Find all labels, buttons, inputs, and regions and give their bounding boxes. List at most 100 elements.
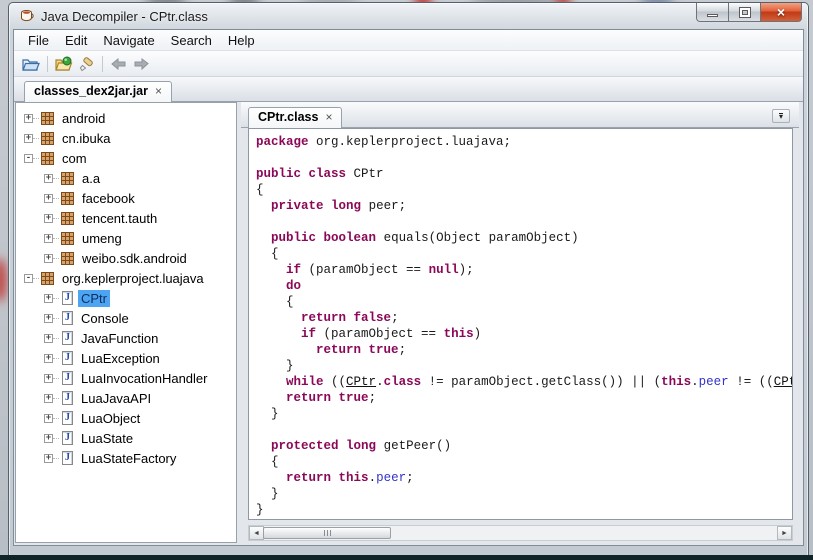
tree-item-label[interactable]: LuaStateFactory [78, 450, 179, 467]
tree-item-label[interactable]: LuaJavaAPI [78, 390, 154, 407]
tree-item-LuaInvocationHandler[interactable]: +JLuaInvocationHandler [16, 368, 236, 388]
tree-item-LuaState[interactable]: + J LuaState [16, 428, 236, 448]
tree-item-cn.ibuka[interactable]: + cn.ibuka [16, 128, 236, 148]
expand-icon[interactable]: + [44, 194, 53, 203]
tree-item-label[interactable]: org.keplerproject.luajava [59, 270, 207, 287]
minimize-icon [707, 14, 718, 17]
menu-edit[interactable]: Edit [57, 31, 95, 50]
tree-item-umeng[interactable]: + umeng [16, 228, 236, 248]
tree-item-label[interactable]: umeng [79, 230, 125, 247]
java-class-icon: J [62, 431, 73, 445]
close-button[interactable]: × [760, 3, 802, 22]
scrollbar-thumb[interactable] [263, 527, 391, 539]
tree-item-JavaFunction[interactable]: +JJavaFunction [16, 328, 236, 348]
expand-icon[interactable]: + [44, 234, 53, 243]
minimize-button[interactable] [696, 3, 729, 22]
code-editor[interactable]: package org.keplerproject.luajava; publi… [248, 128, 793, 520]
open-file-button[interactable] [20, 54, 42, 74]
code-token: return [316, 343, 361, 357]
expand-icon[interactable]: + [44, 414, 53, 423]
java-class-icon: J [62, 291, 73, 305]
code-line: private long peer; [256, 198, 792, 214]
tree-item-label[interactable]: LuaInvocationHandler [78, 370, 210, 387]
jar-tab-close-icon[interactable]: × [155, 86, 162, 96]
tree-item-label[interactable]: CPtr [78, 290, 110, 307]
expand-icon[interactable]: + [44, 374, 53, 383]
scroll-left-button[interactable]: ◄ [249, 526, 264, 540]
tree-item-LuaException[interactable]: +JLuaException [16, 348, 236, 368]
tree-item-com[interactable]: - com [16, 148, 236, 168]
expand-icon[interactable]: + [24, 114, 33, 123]
tree-item-Console[interactable]: +JConsole [16, 308, 236, 328]
code-token [256, 391, 286, 405]
tree-item-label[interactable]: Console [78, 310, 132, 327]
maximize-button[interactable] [728, 3, 761, 22]
horizontal-scrollbar[interactable]: ◄ ► [248, 525, 793, 541]
title-bar[interactable]: Java Decompiler - CPtr.class × [9, 3, 808, 29]
code-line: } [256, 358, 792, 374]
tree-item-label[interactable]: LuaException [78, 350, 163, 367]
tree-item-LuaJavaAPI[interactable]: +JLuaJavaAPI [16, 388, 236, 408]
code-tab-close-icon[interactable]: × [325, 112, 332, 122]
collapse-icon[interactable]: - [24, 154, 33, 163]
expand-icon[interactable]: + [24, 134, 33, 143]
code-token [256, 439, 271, 453]
tree-item-weibo.sdk.android[interactable]: + weibo.sdk.android [16, 248, 236, 268]
expand-icon[interactable]: + [44, 334, 53, 343]
tree-item-label[interactable]: LuaObject [78, 410, 143, 427]
open-type-button[interactable] [53, 54, 75, 74]
package-icon [41, 132, 54, 145]
expand-icon[interactable]: + [44, 254, 53, 263]
tree-item-label[interactable]: facebook [79, 190, 138, 207]
menu-file[interactable]: File [20, 31, 57, 50]
expand-icon[interactable]: + [44, 454, 53, 463]
scroll-right-button[interactable]: ► [777, 526, 792, 540]
code-token: } [256, 503, 264, 517]
collapse-icon[interactable]: - [24, 274, 33, 283]
tree-item-label[interactable]: LuaState [78, 430, 136, 447]
tree-item-facebook[interactable]: + facebook [16, 188, 236, 208]
expand-icon[interactable]: + [44, 214, 53, 223]
code-token: ; [399, 343, 407, 357]
expand-icon[interactable]: + [44, 354, 53, 363]
menu-navigate[interactable]: Navigate [95, 31, 162, 50]
tree-item-label[interactable]: weibo.sdk.android [79, 250, 190, 267]
tree-item-label[interactable]: a.a [79, 170, 103, 187]
code-token: if [286, 263, 301, 277]
package-tree[interactable]: + android + cn.ibuka - com + a.a + facebook + tence… [15, 102, 237, 543]
forward-button[interactable] [130, 54, 152, 74]
search-button[interactable] [75, 54, 97, 74]
package-icon [61, 172, 74, 185]
tree-item-label[interactable]: JavaFunction [78, 330, 161, 347]
expand-icon[interactable]: + [44, 394, 53, 403]
tree-item-org.keplerproject.luajava[interactable]: - org.keplerproject.luajava [16, 268, 236, 288]
tree-item-label[interactable]: com [59, 150, 90, 167]
tree-item-label[interactable]: android [59, 110, 108, 127]
window-controls: × [697, 3, 802, 22]
tree-item-label[interactable]: tencent.tauth [79, 210, 160, 227]
back-button[interactable] [108, 54, 130, 74]
tree-item-android[interactable]: + android [16, 108, 236, 128]
tree-item-CPtr[interactable]: + J CPtr [16, 288, 236, 308]
menu-search[interactable]: Search [163, 31, 220, 50]
tree-item-LuaObject[interactable]: +JLuaObject [16, 408, 236, 428]
tree-item-label[interactable]: cn.ibuka [59, 130, 113, 147]
expand-icon[interactable]: + [44, 314, 53, 323]
code-line [256, 422, 792, 438]
tree-item-a.a[interactable]: + a.a [16, 168, 236, 188]
tree-item-tencent.tauth[interactable]: + tencent.tauth [16, 208, 236, 228]
menu-help[interactable]: Help [220, 31, 263, 50]
code-token [339, 439, 347, 453]
expand-icon[interactable]: + [44, 174, 53, 183]
code-line: while ((CPtr.class != paramObject.getCla… [256, 374, 792, 390]
tab-classes-dex2jar-jar[interactable]: classes_dex2jar.jar × [24, 81, 172, 102]
type-link[interactable]: CPtr [774, 375, 793, 389]
tab-list-button[interactable]: ▾ [772, 109, 790, 123]
type-link[interactable]: CPtr [346, 375, 376, 389]
expand-icon[interactable]: + [44, 434, 53, 443]
expand-icon[interactable]: + [44, 294, 53, 303]
tree-item-LuaStateFactory[interactable]: +JLuaStateFactory [16, 448, 236, 468]
code-line: if (paramObject == this) [256, 326, 792, 342]
tab-cptr-class[interactable]: CPtr.class × [248, 107, 342, 128]
chevron-down-icon: ▾ [779, 113, 783, 120]
